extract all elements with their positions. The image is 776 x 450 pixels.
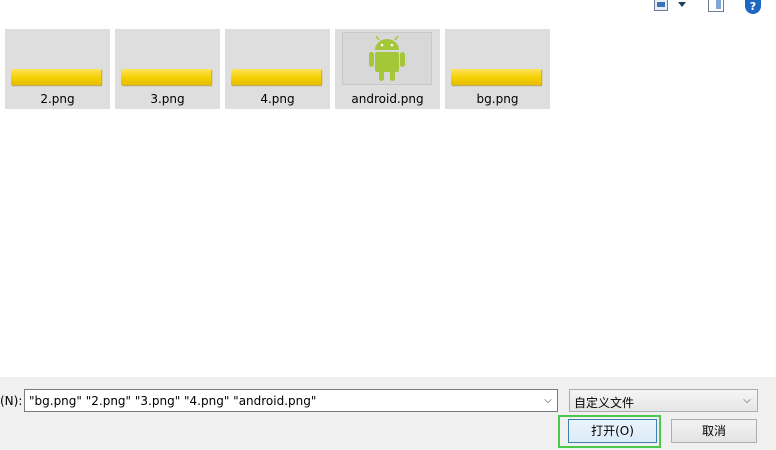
filename-input[interactable]: "bg.png" "2.png" "3.png" "4.png" "androi… — [24, 389, 558, 412]
view-menu-icon[interactable] — [654, 0, 668, 11]
image-thumbnail — [11, 69, 101, 85]
filetype-select[interactable]: 自定义文件 ⌵ — [569, 389, 758, 412]
file-name: 3.png — [150, 92, 185, 106]
image-thumbnail — [231, 69, 321, 85]
filename-value: "bg.png" "2.png" "3.png" "4.png" "androi… — [29, 394, 317, 408]
android-robot-icon — [369, 35, 405, 81]
open-button[interactable]: 打开(O) — [568, 419, 657, 443]
file-name: android.png — [351, 92, 424, 106]
filetype-value: 自定义文件 — [574, 396, 635, 410]
file-item-2-png[interactable]: 2.png — [5, 29, 110, 109]
help-icon[interactable]: ? — [745, 0, 761, 14]
chevron-down-icon[interactable]: ⌵ — [740, 393, 754, 408]
chevron-down-icon[interactable]: ⌵ — [541, 393, 555, 408]
file-item-4-png[interactable]: 4.png — [225, 29, 330, 109]
cancel-button[interactable]: 取消 — [671, 419, 757, 443]
file-name: 2.png — [40, 92, 75, 106]
file-item-bg-png[interactable]: bg.png — [445, 29, 550, 109]
file-name: 4.png — [260, 92, 295, 106]
image-thumbnail — [121, 69, 211, 85]
filename-label: (N): — [0, 394, 23, 408]
file-item-3-png[interactable]: 3.png — [115, 29, 220, 109]
file-name: bg.png — [476, 92, 519, 106]
image-thumbnail — [342, 32, 432, 85]
chevron-down-icon[interactable] — [678, 2, 686, 7]
preview-pane-icon[interactable] — [708, 0, 724, 12]
file-item-android-png[interactable]: android.png — [335, 29, 440, 109]
image-thumbnail — [451, 69, 541, 85]
